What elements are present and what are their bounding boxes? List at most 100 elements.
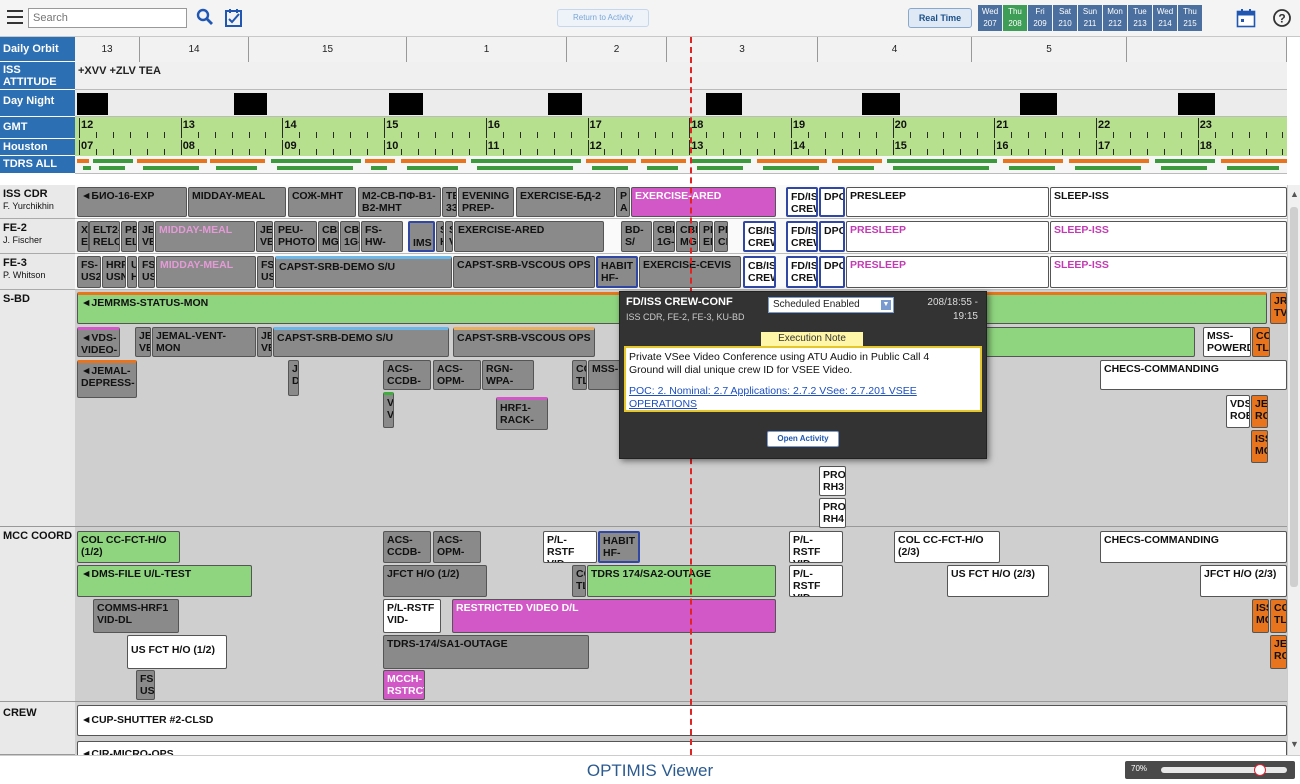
activity-block[interactable]: HRF USN [102, 256, 126, 288]
activity-block[interactable]: PRESLEEP [846, 187, 1049, 217]
activity-block[interactable]: J D [288, 360, 299, 396]
day-button[interactable]: Wed 207 [978, 5, 1002, 31]
activity-block[interactable]: ELT2- RELO [89, 221, 120, 252]
help-icon[interactable]: ? [1272, 8, 1292, 28]
activity-block[interactable]: US FCT H/O (1/2) [127, 635, 227, 669]
activity-block[interactable]: JEI RC [1270, 635, 1287, 669]
activity-block[interactable]: CC TL [1252, 327, 1270, 357]
activity-block[interactable]: TDRS-174/SA1-OUTAGE [383, 635, 589, 669]
activity-block[interactable]: RESTRICTED VIDEO D/L [452, 599, 776, 633]
activity-block[interactable]: TE 33 [442, 187, 457, 217]
activity-block[interactable]: SLEEP-ISS [1050, 256, 1287, 288]
activity-block[interactable]: DPC [819, 187, 845, 217]
activity-block[interactable]: US FCT H/O (2/3) [947, 565, 1049, 597]
checklist-icon[interactable] [225, 8, 243, 27]
activity-block[interactable]: COL CC-FCT-H/O (1/2) [77, 531, 180, 563]
activity-block[interactable]: P/L-RSTF VID- [789, 565, 843, 597]
activity-block[interactable]: FS US [136, 670, 155, 700]
activity-block[interactable]: CHECS-COMMANDING [1100, 531, 1287, 563]
activity-block[interactable]: EXERCISE-ARED [454, 221, 604, 252]
activity-block[interactable]: FS- US2 [77, 256, 101, 288]
activity-block[interactable]: JRI TV [1270, 292, 1287, 324]
activity-block[interactable]: V V [383, 392, 394, 428]
activity-block[interactable]: PE EL [121, 221, 137, 252]
day-button[interactable]: Wed 214 [1153, 5, 1177, 31]
activity-block[interactable]: JEI RC [1251, 395, 1268, 428]
activity-block[interactable]: COL CC-FCT-H/O (2/3) [894, 531, 1000, 563]
search-input[interactable] [28, 8, 187, 28]
procedure-link[interactable]: POC: 2. Nominal: 2.7 Applications: 2.7.2… [629, 385, 977, 411]
activity-block[interactable]: FD/IS CREW [786, 256, 818, 288]
day-button[interactable]: Sun 211 [1078, 5, 1102, 31]
activity-block[interactable]: JEI VE [135, 327, 151, 357]
activity-block[interactable]: MIDDAY-MEAL [155, 221, 255, 252]
activity-block[interactable]: RGN- WPA- [482, 360, 534, 390]
vertical-scrollbar[interactable]: ▲ ▼ [1287, 185, 1300, 755]
activity-block[interactable]: М2-СВ-ПФ-В1- В2-МНТ [358, 187, 441, 217]
activity-block[interactable]: CC TL [572, 360, 587, 390]
activity-block[interactable]: ◄CIR-MICRO-OPS [77, 741, 1287, 755]
activity-block[interactable]: MIDDAY-MEAL [188, 187, 286, 217]
activity-block[interactable]: P/L-RSTF VID- [789, 531, 843, 563]
activity-block[interactable]: FS US [138, 256, 155, 288]
real-time-button[interactable]: Real Time [908, 8, 972, 28]
activity-block[interactable]: ACS- CCDB- [383, 360, 431, 390]
zoom-slider-thumb[interactable] [1254, 764, 1267, 776]
activity-block[interactable]: FS US [257, 256, 274, 288]
activity-block[interactable]: FD/IS CREW [786, 221, 818, 252]
activity-block[interactable]: P/L-RSTF VID- [543, 531, 597, 563]
day-button[interactable]: Tue 213 [1128, 5, 1152, 31]
activity-block[interactable]: EXERCISE-CEVIS [639, 256, 741, 288]
activity-block[interactable]: VDS ROB [1226, 395, 1250, 428]
activity-block[interactable]: DPC [819, 256, 845, 288]
activity-block[interactable]: JEI VE [256, 221, 273, 252]
activity-block[interactable]: PE EL [699, 221, 713, 252]
activity-block[interactable]: CAPST-SRB-VSCOUS OPS [453, 256, 595, 288]
activity-block[interactable]: EXERCISE-БД-2 [516, 187, 615, 217]
day-button[interactable]: Thu 208 [1003, 5, 1027, 31]
activity-block[interactable]: JEMAL-VENT- MON [152, 327, 256, 357]
activity-block[interactable]: ISS MC [1251, 430, 1268, 463]
activity-block[interactable]: ACS- OPM- [433, 531, 481, 563]
activity-block[interactable]: ◄БИО-16-EXP [77, 187, 187, 217]
menu-icon[interactable] [7, 10, 23, 24]
activity-block[interactable]: СОЖ-МНТ [288, 187, 356, 217]
activity-block[interactable]: CBE 1G- [653, 221, 675, 252]
activity-block[interactable]: ◄CUP-SHUTTER #2-CLSD [77, 705, 1287, 736]
activity-block[interactable]: CAPST-SRB-VSCOUS OPS [453, 327, 595, 357]
activity-block[interactable]: S H [436, 221, 444, 252]
activity-block[interactable]: MCCH- RSTRCT [383, 670, 425, 700]
search-icon[interactable] [196, 8, 214, 26]
activity-block[interactable]: P/L-RSTF VID- [383, 599, 441, 633]
activity-block[interactable]: ◄JEMAL- DEPRESS- [77, 360, 137, 398]
activity-block[interactable]: MIDDAY-MEAL [156, 256, 256, 288]
scroll-up-icon[interactable]: ▲ [1289, 189, 1300, 201]
activity-block[interactable]: X E [77, 221, 89, 252]
activity-block[interactable]: EXERCISE-ARED [631, 187, 776, 217]
day-button[interactable]: Thu 215 [1178, 5, 1202, 31]
activity-block[interactable]: JEI VE [138, 221, 154, 252]
day-button[interactable]: Sat 210 [1053, 5, 1077, 31]
activity-block[interactable]: CHECS-COMMANDING [1100, 360, 1287, 390]
zoom-control[interactable]: 70% [1125, 761, 1295, 779]
activity-block[interactable]: MSS- [588, 360, 621, 390]
activity-block[interactable]: HABIT HF- [596, 256, 638, 288]
activity-block[interactable]: JFCT H/O (1/2) [383, 565, 487, 597]
scroll-down-icon[interactable]: ▼ [1289, 739, 1300, 751]
activity-block[interactable]: PEU- PHOTO [274, 221, 317, 252]
activity-block[interactable]: ◄VDS- VIDEO- [77, 327, 120, 357]
open-activity-button[interactable]: Open Activity [767, 431, 839, 447]
activity-block[interactable]: SLEEP-ISS [1050, 187, 1287, 217]
activity-block[interactable]: HABIT HF- [598, 531, 640, 563]
activity-block[interactable]: PRO RH4 [819, 498, 846, 528]
activity-block[interactable]: JFCT H/O (2/3) [1200, 565, 1287, 597]
return-to-activity-button[interactable]: Return to Activity [557, 9, 649, 27]
day-button[interactable]: Mon 212 [1103, 5, 1127, 31]
activity-block[interactable]: CB/IS CREW [743, 221, 776, 252]
activity-block[interactable]: DPC [819, 221, 845, 252]
activity-block[interactable]: ISS MC [1252, 599, 1269, 633]
activity-block[interactable]: ACS- OPM- [433, 360, 481, 390]
activity-block[interactable]: ACS- CCDB- [383, 531, 431, 563]
activity-block[interactable]: U H [127, 256, 137, 288]
calendar-icon[interactable] [1236, 8, 1256, 28]
